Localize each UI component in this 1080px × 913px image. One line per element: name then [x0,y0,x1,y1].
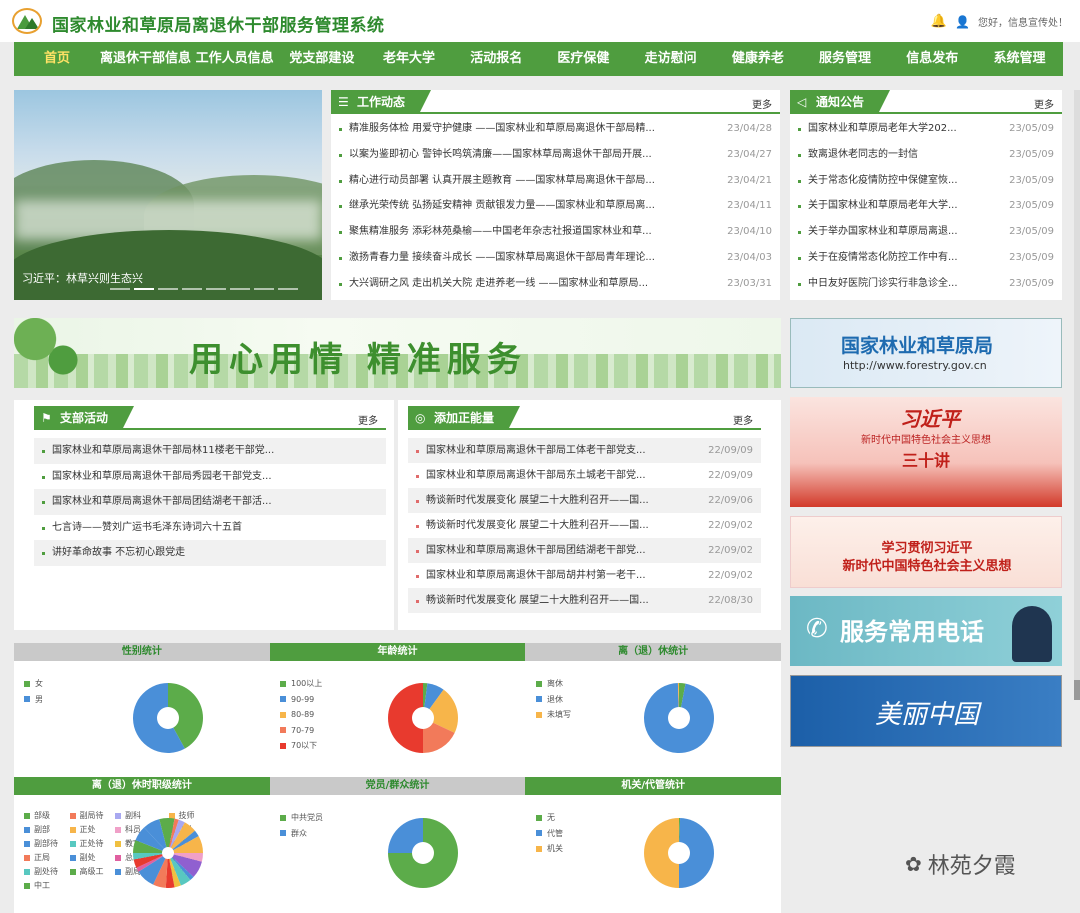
scrollbar[interactable] [1074,90,1080,700]
pie-hole [668,842,690,864]
pie-hole [157,707,179,729]
stats-charts [132,683,715,888]
pie-hole [412,842,434,864]
watermark-text: 林苑夕霞 [927,854,1016,879]
pie-hole [412,707,434,729]
pie-hole [668,707,690,729]
watermark: ✿ 林苑夕霞 [905,848,1016,880]
wechat-icon: ✿ [905,852,922,876]
pie-hole [162,847,174,859]
